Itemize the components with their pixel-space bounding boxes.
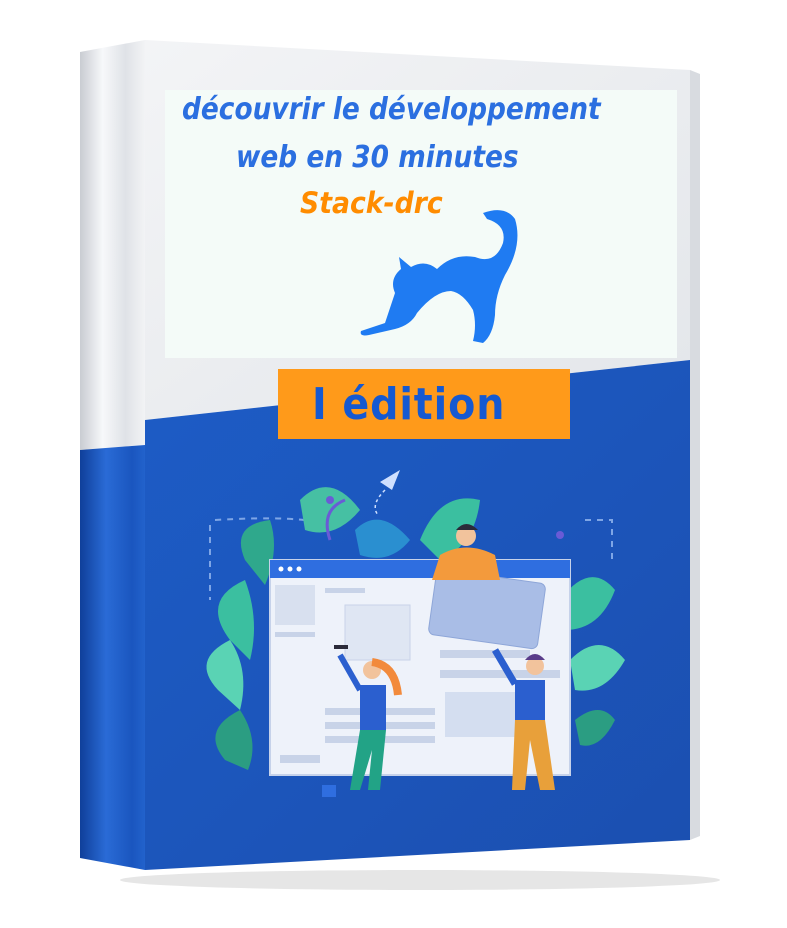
- edition-label: I édition: [312, 379, 506, 430]
- edition-badge: I édition: [278, 369, 570, 439]
- book-title-line-2: web en 30 minutes: [236, 140, 519, 175]
- cat-icon: [360, 210, 518, 343]
- book-title-line-1: découvrir le développement: [182, 92, 601, 127]
